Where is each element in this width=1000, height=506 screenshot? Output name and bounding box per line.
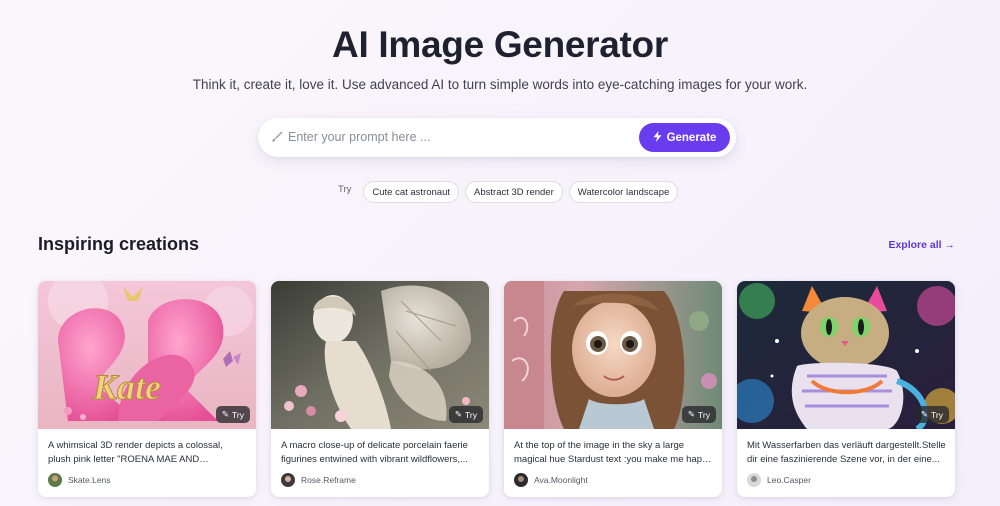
prompt-bar: Generate <box>258 118 736 157</box>
creation-card[interactable]: Kate ✎ Try A whimsical 3D render depicts… <box>38 281 256 497</box>
suggestion-row: Try Cute cat astronaut Abstract 3D rende… <box>338 181 679 203</box>
magic-wand-icon: ✎ <box>687 409 696 419</box>
magic-wand-icon: ✎ <box>221 409 230 419</box>
magic-wand-icon: ✎ <box>920 409 929 419</box>
author-name: Leo.Casper <box>767 475 811 485</box>
svg-text:Kate: Kate <box>92 367 161 407</box>
creation-author[interactable]: Ava.Moonlight <box>514 473 588 487</box>
brush-icon <box>270 130 284 144</box>
creation-author[interactable]: Skate.Lens <box>48 473 111 487</box>
suggestion-chip[interactable]: Cute cat astronaut <box>363 181 460 203</box>
try-label: Try <box>232 409 244 420</box>
creation-description: At the top of the image in the sky a lar… <box>514 440 713 465</box>
try-label: Try <box>465 409 477 420</box>
suggestion-chip[interactable]: Watercolor landscape <box>568 181 679 203</box>
creation-author[interactable]: Leo.Casper <box>747 473 811 487</box>
suggestion-chip[interactable]: Abstract 3D render <box>465 181 563 203</box>
try-label: Try <box>931 409 943 420</box>
suggestion-label: Try <box>338 183 352 195</box>
generate-button[interactable]: Generate <box>639 123 730 152</box>
author-name: Skate.Lens <box>68 475 111 485</box>
try-button[interactable]: ✎ Try <box>215 406 250 423</box>
avatar <box>514 473 528 487</box>
avatar <box>281 473 295 487</box>
creation-image: ✎ Try <box>271 281 489 429</box>
explore-all-link[interactable]: Explore all → <box>888 239 955 251</box>
creation-card[interactable]: ✎ Try At the top of the image in the sky… <box>504 281 722 497</box>
creation-description: Mit Wasserfarben das verläuft dargestell… <box>747 440 946 465</box>
try-button[interactable]: ✎ Try <box>914 406 949 423</box>
lightning-icon <box>653 130 662 145</box>
page-title: AI Image Generator <box>332 24 668 65</box>
avatar <box>48 473 62 487</box>
gallery-grid: Kate ✎ Try A whimsical 3D render depicts… <box>38 281 955 497</box>
creation-description: A macro close-up of delicate porcelain f… <box>281 440 468 465</box>
try-label: Try <box>698 409 710 420</box>
prompt-input[interactable] <box>288 126 618 148</box>
avatar <box>747 473 761 487</box>
creation-card[interactable]: ✎ Try Mit Wasserfarben das verläuft darg… <box>737 281 955 497</box>
creation-image: ✎ Try <box>504 281 722 429</box>
creation-image: ✎ Try <box>737 281 955 429</box>
creation-image: Kate ✎ Try <box>38 281 256 429</box>
try-button[interactable]: ✎ Try <box>448 406 483 423</box>
author-name: Rose.Reframe <box>301 475 356 485</box>
page-subtitle: Think it, create it, love it. Use advanc… <box>192 77 808 92</box>
author-name: Ava.Moonlight <box>534 475 588 485</box>
generate-label: Generate <box>666 131 717 144</box>
section-title: Inspiring creations <box>38 234 200 254</box>
magic-wand-icon: ✎ <box>454 409 463 419</box>
creation-author[interactable]: Rose.Reframe <box>281 473 356 487</box>
try-button[interactable]: ✎ Try <box>681 406 716 423</box>
creation-description: A whimsical 3D render depicts a colossal… <box>48 440 223 465</box>
creation-card[interactable]: ✎ Try A macro close-up of delicate porce… <box>271 281 489 497</box>
